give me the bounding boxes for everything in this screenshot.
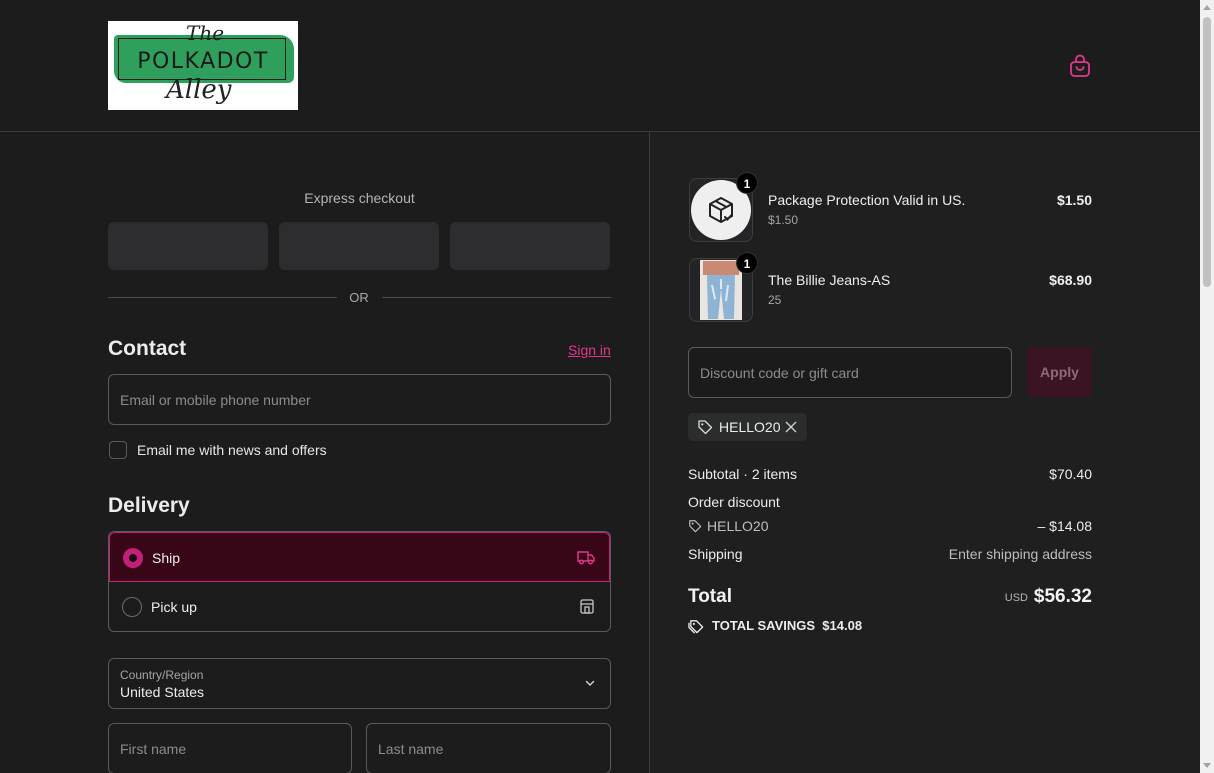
- logo-polkadot: POLKADOT: [137, 49, 269, 74]
- country-value: United States: [120, 684, 205, 700]
- savings-value: $14.08: [822, 618, 863, 633]
- order-discount-label: Order discount: [688, 494, 780, 510]
- close-icon[interactable]: [785, 421, 797, 433]
- pickup-radio[interactable]: [122, 597, 142, 617]
- email-placeholder: Email or mobile phone number: [120, 392, 311, 408]
- delivery-option-ship[interactable]: Ship: [109, 532, 610, 582]
- cart-item-qty: 1: [736, 252, 758, 274]
- delivery-heading: Delivery: [108, 494, 190, 517]
- applied-code: HELLO20: [719, 419, 781, 435]
- sign-in-link[interactable]: Sign in: [568, 342, 611, 358]
- total-value: $56.32: [1033, 586, 1092, 607]
- discount-code-field[interactable]: Discount code or gift card: [688, 347, 1012, 398]
- delivery-option-pickup[interactable]: Pick up: [109, 582, 610, 631]
- apply-discount-button[interactable]: Apply: [1027, 347, 1092, 397]
- pickup-label: Pick up: [151, 599, 197, 615]
- store-icon: [580, 599, 594, 614]
- ship-label: Ship: [152, 550, 181, 566]
- cart-item-price: $68.90: [1049, 272, 1092, 288]
- shipping-label: Shipping: [688, 546, 743, 562]
- discount-value: – $14.08: [1037, 518, 1093, 534]
- store-logo[interactable]: The POLKADOT Alley: [108, 21, 298, 110]
- cart-item-name: Package Protection Valid in US.: [768, 192, 966, 208]
- cart-item-price: $1.50: [1056, 192, 1092, 208]
- shipping-value: Enter shipping address: [948, 546, 1092, 562]
- cart-item-subtitle: $1.50: [768, 213, 799, 227]
- applied-discount-chip: HELLO20: [688, 413, 807, 441]
- news-checkbox[interactable]: [109, 441, 127, 459]
- subtotal-value: $70.40: [1049, 466, 1092, 482]
- total-currency: USD: [1004, 592, 1028, 604]
- savings-label: TOTAL SAVINGS: [712, 618, 816, 633]
- first-name-placeholder: First name: [120, 741, 187, 757]
- cart-item-name: The Billie Jeans-AS: [768, 272, 891, 288]
- delivery-options: Ship Pick up: [108, 531, 611, 632]
- discount-placeholder: Discount code or gift card: [700, 365, 859, 381]
- logo-the: The: [186, 21, 225, 45]
- header: The POLKADOT Alley: [0, 0, 1200, 132]
- total-label: Total: [688, 586, 732, 607]
- or-divider-label: OR: [349, 290, 369, 305]
- last-name-field[interactable]: Last name: [366, 723, 611, 773]
- total-savings: TOTAL SAVINGS $14.08: [712, 618, 862, 633]
- scrollbar-thumb[interactable]: [1203, 17, 1211, 287]
- express-pay-button-1[interactable]: [108, 222, 268, 270]
- divider-left: [108, 297, 337, 298]
- cart-item-qty: 1: [736, 172, 758, 194]
- first-name-field[interactable]: First name: [108, 723, 352, 773]
- country-label: Country/Region: [120, 668, 204, 682]
- divider-right: [382, 297, 611, 298]
- tag-icon: [689, 520, 702, 533]
- last-name-placeholder: Last name: [378, 741, 444, 757]
- discount-code-label: HELLO20: [707, 518, 769, 534]
- chevron-down-icon: [585, 680, 595, 687]
- scroll-down-arrow-icon[interactable]: [1203, 763, 1211, 768]
- scroll-up-arrow-icon[interactable]: [1203, 5, 1211, 10]
- logo-alley: Alley: [166, 75, 232, 105]
- contact-heading: Contact: [108, 337, 187, 360]
- savings-tag-icon: [688, 620, 704, 634]
- truck-icon: [577, 551, 595, 565]
- express-pay-button-2[interactable]: [279, 222, 439, 270]
- country-select[interactable]: Country/Region United States: [108, 658, 611, 709]
- page-scrollbar[interactable]: [1200, 0, 1214, 773]
- news-checkbox-label: Email me with news and offers: [137, 442, 327, 458]
- tag-icon: [698, 420, 713, 435]
- subtotal-label: Subtotal · 2 items: [688, 466, 797, 482]
- ship-radio[interactable]: [123, 548, 143, 568]
- express-pay-button-3[interactable]: [450, 222, 610, 270]
- cart-item-subtitle: 25: [768, 293, 782, 307]
- express-checkout-title: Express checkout: [304, 190, 415, 206]
- shopping-bag-icon[interactable]: [1069, 54, 1091, 78]
- email-field[interactable]: Email or mobile phone number: [108, 374, 611, 425]
